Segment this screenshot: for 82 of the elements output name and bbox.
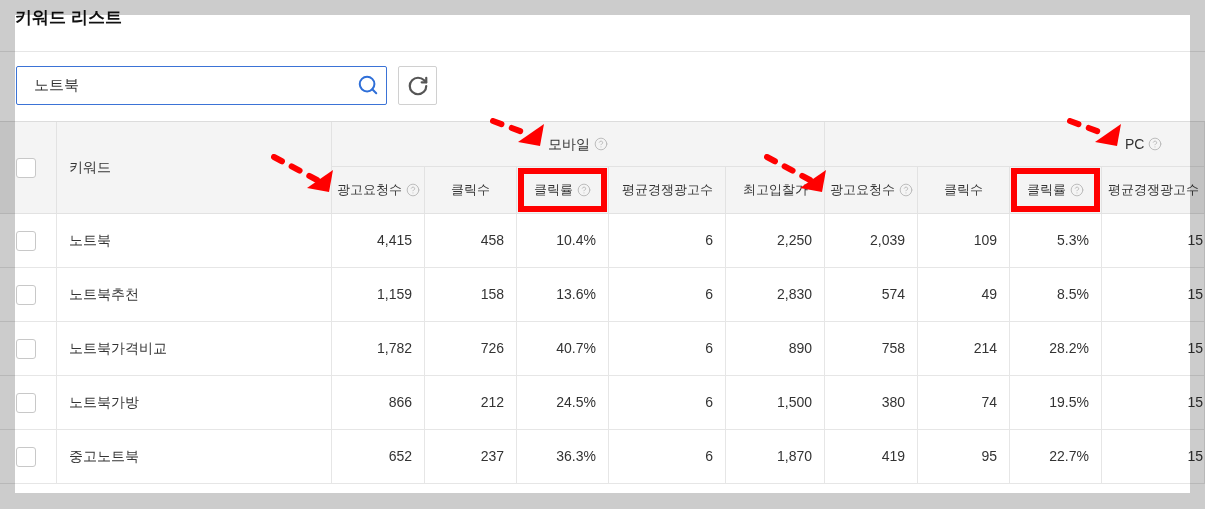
refresh-button[interactable] — [398, 66, 437, 105]
table-cell-text: 36.3% — [556, 447, 596, 466]
column-header: 광고요청수 — [829, 181, 895, 200]
table-cell-text: 49 — [981, 285, 997, 304]
column-header: 평균경쟁광고수 — [1107, 181, 1199, 200]
checkbox[interactable] — [16, 157, 36, 178]
table-cell-text: 13.6% — [556, 285, 596, 304]
group-header: 모바일 — [548, 134, 590, 154]
column-header: 최고입찰가 — [742, 181, 808, 200]
help-icon[interactable] — [577, 183, 591, 197]
keyword-cell-text: 중고노트북 — [69, 447, 139, 466]
help-icon[interactable] — [1148, 137, 1163, 151]
checkbox[interactable] — [16, 338, 36, 359]
table-cell-text: 158 — [480, 285, 504, 304]
table-cell-text: 574 — [881, 285, 905, 304]
table-cell-text: 726 — [480, 339, 504, 358]
table-cell-text: 19.5% — [1049, 393, 1089, 412]
search-icon[interactable] — [357, 74, 379, 96]
checkbox[interactable] — [16, 446, 36, 467]
help-icon[interactable] — [898, 183, 913, 197]
table-cell-text: 1,870 — [776, 447, 812, 466]
table-cell-text: 2,039 — [869, 231, 905, 250]
table-cell-text: 380 — [881, 393, 905, 412]
table-cell-text: 1,782 — [376, 339, 412, 358]
table-cell-text: 95 — [981, 447, 997, 466]
table-cell-text: 5.3% — [1057, 231, 1089, 250]
help-icon[interactable] — [594, 137, 608, 151]
keyword-cell-text: 노트북추천 — [69, 285, 139, 304]
table-cell-text: 15 — [1187, 339, 1203, 358]
column-header: 클릭수 — [944, 181, 983, 200]
table-cell-text: 6 — [705, 447, 713, 466]
column-header: 클릭률 — [1027, 181, 1066, 200]
table-cell-text: 24.5% — [556, 393, 596, 412]
table-cell-text: 109 — [973, 231, 997, 250]
table-cell-text: 1,500 — [776, 393, 812, 412]
table-cell-text: 758 — [881, 339, 905, 358]
keyword-cell-text: 노트북 — [69, 231, 111, 250]
checkbox[interactable] — [16, 284, 36, 305]
table-cell-text: 214 — [973, 339, 997, 358]
annotation-arrow — [270, 153, 333, 192]
table-cell-text: 2,830 — [776, 285, 812, 304]
table-cell-text: 15 — [1187, 231, 1203, 250]
page-title: 키워드 리스트 — [15, 8, 122, 27]
table-cell-text: 6 — [705, 393, 713, 412]
help-icon[interactable] — [405, 183, 420, 197]
column-header: 키워드 — [69, 158, 111, 177]
table-cell-text: 2,250 — [776, 231, 812, 250]
table-cell-text: 890 — [788, 339, 812, 358]
table-cell-text: 15 — [1187, 393, 1203, 412]
column-header: 클릭수 — [451, 181, 490, 200]
table-cell-text: 419 — [881, 447, 905, 466]
table-cell-text: 22.7% — [1049, 447, 1089, 466]
column-header: 클릭률 — [534, 181, 573, 200]
keyword-cell-text: 노트북가격비교 — [69, 339, 167, 358]
table-cell-text: 4,415 — [376, 231, 412, 250]
table-cell-text: 212 — [480, 393, 504, 412]
table-cell-text: 15 — [1187, 447, 1203, 466]
table-cell-text: 40.7% — [556, 339, 596, 358]
table-cell-text: 237 — [480, 447, 504, 466]
table-cell-text: 10.4% — [556, 231, 596, 250]
table-cell-text: 6 — [705, 285, 713, 304]
keyword-cell-text: 노트북가방 — [69, 393, 139, 412]
checkbox[interactable] — [16, 230, 36, 251]
annotation-arrow — [490, 118, 544, 147]
help-icon[interactable] — [1070, 183, 1084, 197]
table-cell-text: 15 — [1187, 285, 1203, 304]
table-cell-text: 652 — [388, 447, 412, 466]
checkbox[interactable] — [16, 392, 36, 413]
column-header: 광고요청수 — [336, 181, 402, 200]
table-cell-text: 866 — [388, 393, 412, 412]
table-cell-text: 8.5% — [1057, 285, 1089, 304]
search-field[interactable]: 노트북 — [16, 66, 387, 105]
table-cell-text: 1,159 — [376, 285, 412, 304]
table-cell-text: 28.2% — [1049, 339, 1089, 358]
column-header: 평균경쟁광고수 — [621, 181, 713, 200]
group-header: PC — [1125, 134, 1145, 154]
table-cell-text: 74 — [981, 393, 997, 412]
table-cell-text: 6 — [705, 231, 713, 250]
table-cell-text: 458 — [480, 231, 504, 250]
refresh-icon — [406, 74, 429, 97]
table-cell-text: 6 — [705, 339, 713, 358]
annotation-arrow — [1067, 118, 1121, 147]
